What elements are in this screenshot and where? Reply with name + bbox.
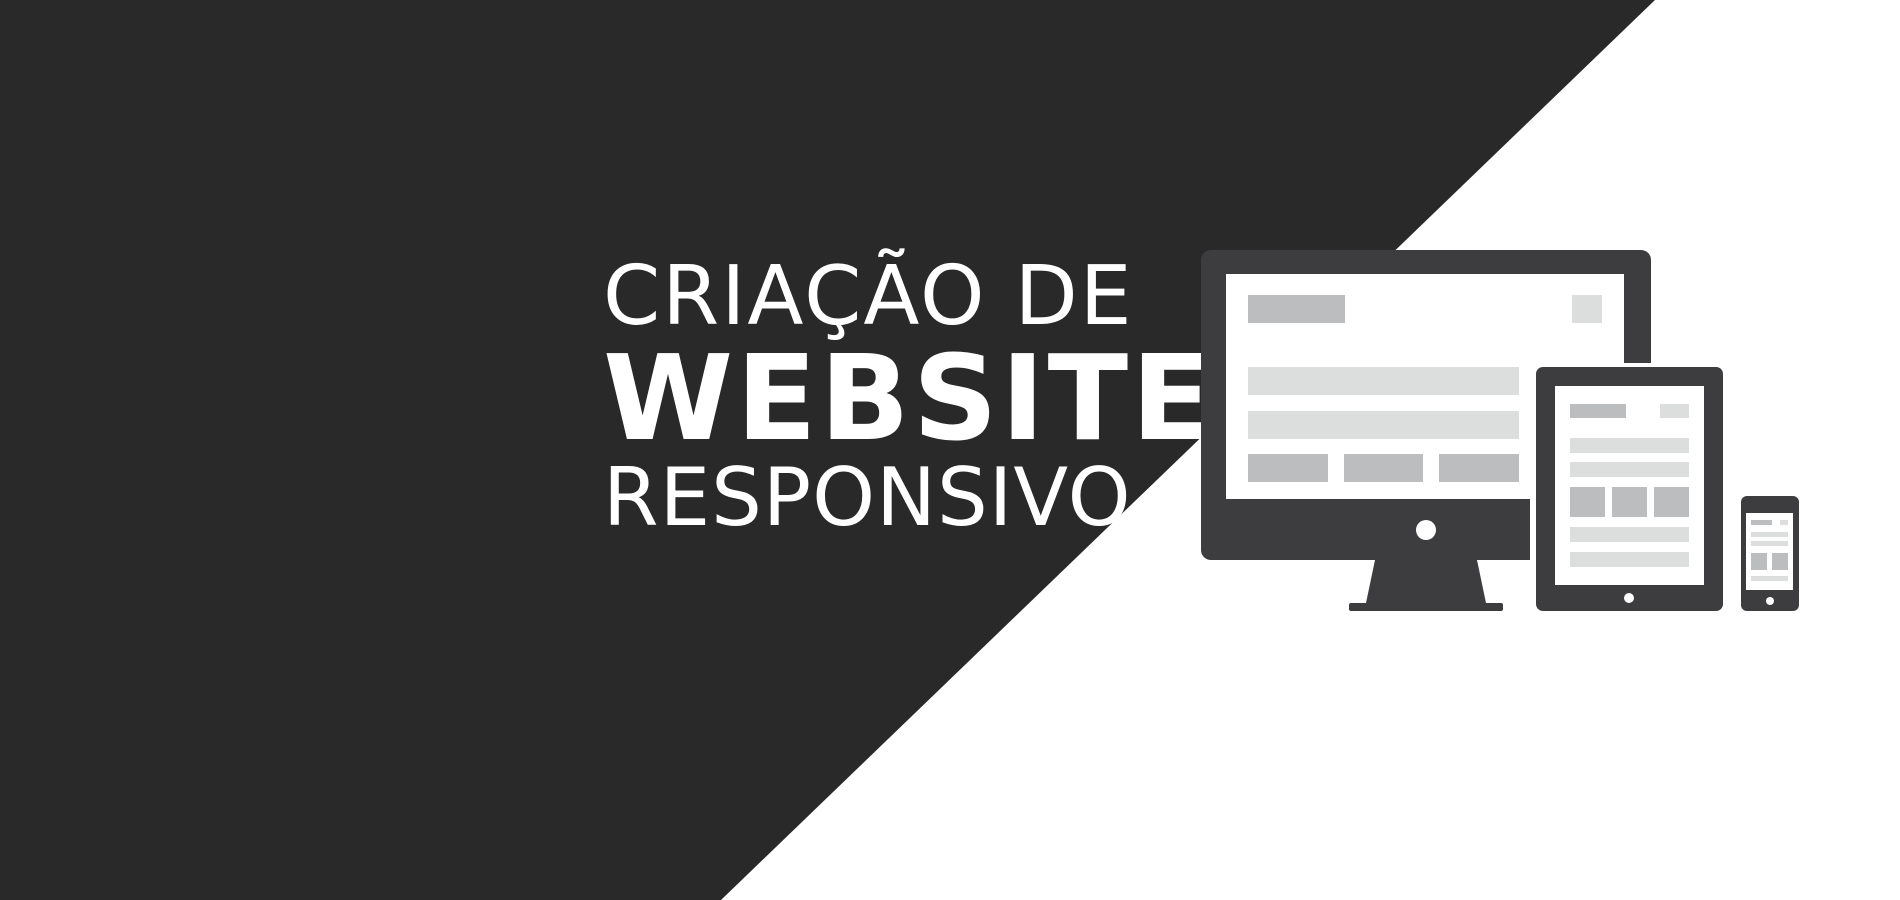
tablet-icon: [1530, 363, 1726, 613]
monitor-column-block-1: [1248, 454, 1328, 482]
tablet-content-bar-4: [1570, 552, 1689, 567]
tablet-column-block-3: [1654, 487, 1689, 517]
banner: CRIAÇÃO DE WEBSITE RESPONSIVO: [0, 0, 1900, 900]
tablet-content-bar-2: [1570, 462, 1689, 477]
responsive-devices-illustration: [1201, 250, 1799, 613]
monitor-content-bar-1: [1248, 367, 1519, 395]
tablet-menu-block: [1660, 404, 1689, 418]
monitor-base: [1349, 603, 1503, 611]
tablet-column-block-2: [1612, 487, 1647, 517]
monitor-stand: [1366, 560, 1486, 603]
phone-content-bar-2: [1751, 541, 1788, 546]
phone-column-block-1: [1751, 553, 1767, 570]
phone-logo-block: [1751, 520, 1772, 525]
tablet-column-block-1: [1570, 487, 1605, 517]
phone-column-block-2: [1772, 553, 1788, 570]
tablet-logo-block: [1570, 404, 1626, 418]
tablet-content-bar-1: [1570, 438, 1689, 453]
phone-content-bar-1: [1751, 532, 1788, 537]
tablet-content-bar-3: [1570, 527, 1689, 542]
tablet-home-dot: [1624, 593, 1634, 603]
monitor-logo-block: [1248, 295, 1345, 323]
monitor-power-dot: [1416, 520, 1436, 540]
phone-menu-block: [1780, 520, 1788, 525]
monitor-column-block-2: [1344, 454, 1423, 482]
phone-content-bar-3: [1751, 576, 1788, 581]
monitor-content-bar-2: [1248, 411, 1519, 439]
monitor-menu-block: [1572, 295, 1602, 323]
smartphone-icon: [1741, 496, 1799, 611]
phone-home-dot: [1766, 597, 1774, 605]
monitor-column-block-3: [1439, 454, 1519, 482]
